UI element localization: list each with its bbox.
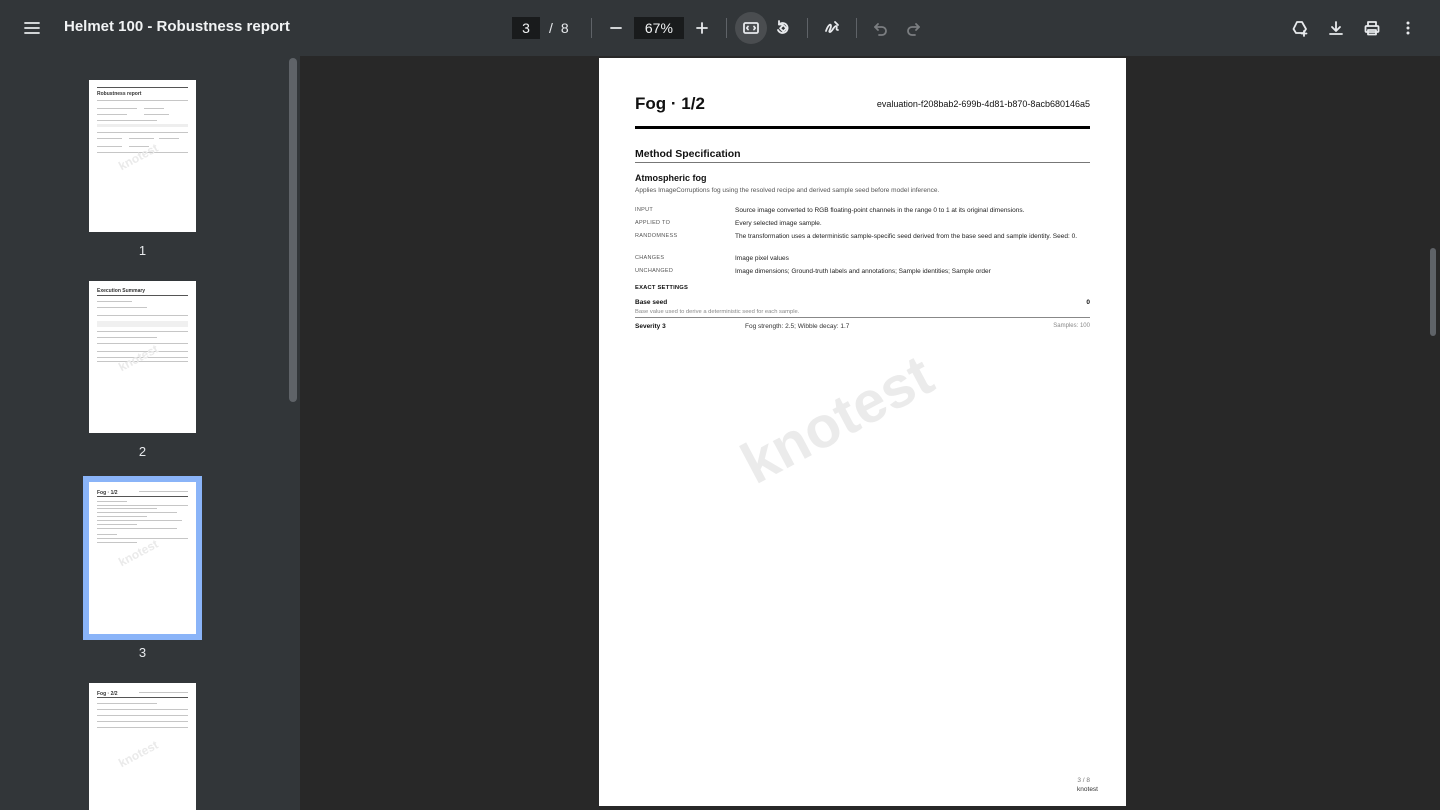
toolbar-divider [725, 18, 727, 38]
spec-value-applied-to: Every selected image sample. [735, 220, 822, 227]
viewer-scrollbar[interactable] [1430, 248, 1436, 336]
thumbnail-page-2[interactable]: Execution Summary knotest [89, 281, 196, 433]
footer-page-number: 3 / 8 [1077, 777, 1090, 784]
section-rule [635, 162, 1090, 163]
toolbar-divider [590, 18, 592, 38]
thumbnail-title: Robustness report [97, 91, 142, 97]
annotate-icon[interactable] [816, 12, 848, 44]
section-heading: Method Specification [635, 148, 741, 160]
thumbnail-label: 1 [138, 243, 147, 258]
right-tools [1284, 12, 1424, 44]
method-name: Atmospheric fog [635, 173, 707, 183]
add-to-drive-icon[interactable] [1284, 12, 1316, 44]
spec-key-randomness: RANDOMNESS [635, 233, 678, 239]
base-seed-description: Base value used to derive a deterministi… [635, 309, 800, 315]
spec-key-applied-to: APPLIED TO [635, 220, 671, 226]
pdf-page: knotest Fog · 1/2 evaluation-f208bab2-69… [599, 58, 1126, 806]
undo-icon[interactable] [865, 12, 897, 44]
spec-key-input: INPUT [635, 207, 653, 213]
more-icon[interactable] [1392, 12, 1424, 44]
thumbnail-label: 2 [138, 444, 147, 459]
method-description: Applies ImageCorruptions fog using the r… [635, 187, 940, 194]
watermark: knotest [730, 342, 944, 497]
page-title: Fog · 1/2 [635, 94, 705, 113]
fit-page-icon[interactable] [734, 12, 767, 44]
zoom-in-icon[interactable] [686, 12, 718, 44]
zoom-input[interactable]: 67% [633, 17, 684, 39]
redo-icon[interactable] [897, 12, 929, 44]
spec-value-unchanged: Image dimensions; Ground-truth labels an… [735, 268, 991, 275]
thumbnail-label: 3 [138, 645, 147, 660]
current-page-input[interactable]: 3 [512, 17, 540, 39]
footer-brand: knotest [1077, 786, 1098, 793]
base-seed-label: Base seed [635, 299, 668, 306]
spec-value-randomness: The transformation uses a deterministic … [735, 233, 1078, 240]
spec-value-input: Source image converted to RGB floating-p… [735, 207, 1025, 214]
spec-key-unchanged: UNCHANGED [635, 268, 674, 274]
page-zoom-controls: 3 / 8 67% [512, 12, 929, 44]
pdf-toolbar: Helmet 100 - Robustness report 3 / 8 67% [0, 0, 1440, 56]
thumbnail-page-1[interactable]: Robustness report knotest [89, 80, 196, 232]
thumbnail-page-4[interactable]: Fog · 2/2 knotest [89, 683, 196, 810]
severity-samples: Samples: 100 [1053, 323, 1090, 329]
spec-value-changes: Image pixel values [735, 255, 789, 262]
spec-key-changes: CHANGES [635, 255, 665, 261]
thumbnail-title: Execution Summary [97, 288, 146, 294]
toolbar-divider [855, 18, 857, 38]
severity-label: Severity 3 [635, 323, 666, 330]
print-icon[interactable] [1356, 12, 1388, 44]
menu-icon[interactable] [16, 12, 48, 44]
thumbnail-page-3[interactable]: Fog · 1/2 knotest [89, 482, 196, 634]
document-title: Helmet 100 - Robustness report [64, 18, 290, 35]
thumbnail-watermark: knotest [116, 737, 161, 771]
toolbar-divider [806, 18, 808, 38]
page-separator: / [549, 20, 553, 36]
settings-rule [635, 317, 1090, 318]
download-icon[interactable] [1320, 12, 1352, 44]
evaluation-id: evaluation-f208bab2-699b-4d81-b870-8acb6… [876, 99, 1090, 109]
exact-settings-heading: EXACT SETTINGS [635, 285, 689, 291]
thumbnail-watermark: knotest [116, 341, 161, 375]
base-seed-value: 0 [1086, 299, 1090, 306]
sidebar-scrollbar[interactable] [289, 58, 297, 402]
severity-params: Fog strength: 2.5; Wibble decay: 1.7 [745, 323, 850, 330]
rotate-icon[interactable] [767, 12, 799, 44]
title-rule [635, 126, 1090, 129]
zoom-out-icon[interactable] [600, 12, 632, 44]
total-pages: 8 [560, 20, 569, 36]
